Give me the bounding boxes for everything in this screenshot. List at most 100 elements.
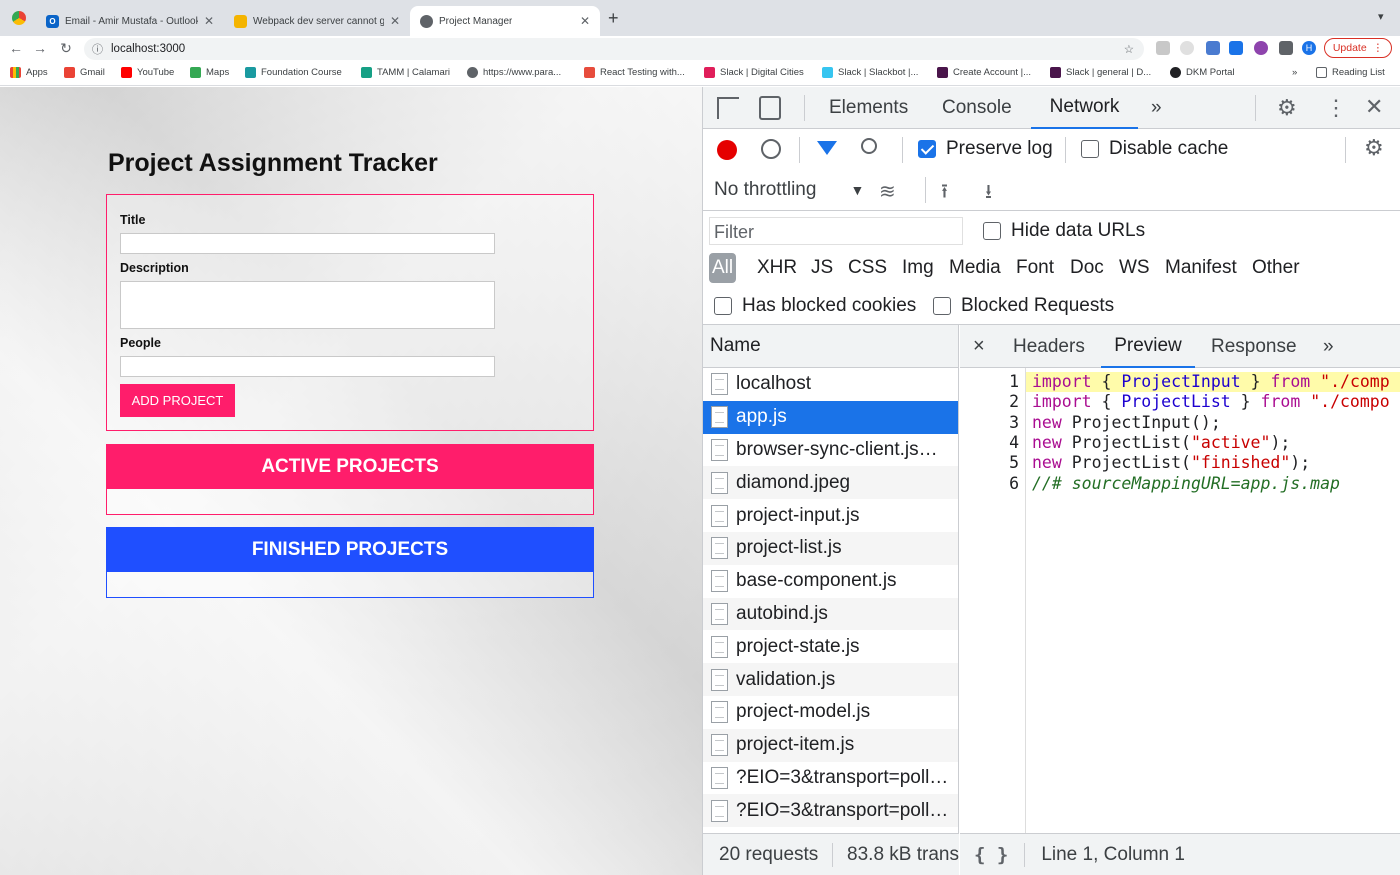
bookmark-slack-digital[interactable]: Slack | Digital Cities [704, 67, 804, 78]
request-row[interactable]: project-list.js [703, 531, 958, 565]
close-tab-icon[interactable]: ✕ [580, 14, 590, 28]
bookmark-star-icon[interactable]: ☆ [1124, 42, 1134, 56]
code-preview[interactable]: 123456 import { ProjectInput } from "./c… [960, 368, 1400, 833]
filter-input[interactable]: Filter [709, 217, 963, 245]
search-icon[interactable] [861, 138, 877, 154]
request-row[interactable]: project-model.js [703, 696, 958, 729]
tab-console[interactable]: Console [942, 87, 1012, 129]
bookmark-slack-general[interactable]: Slack | general | D... [1050, 67, 1151, 78]
type-filter-img[interactable]: Img [902, 253, 934, 283]
close-details-icon[interactable]: × [973, 325, 985, 368]
close-tab-icon[interactable]: ✕ [390, 14, 400, 28]
request-row[interactable]: diamond.jpeg [703, 466, 958, 500]
chrome-menu-icon[interactable] [12, 11, 26, 25]
type-filter-doc[interactable]: Doc [1070, 253, 1104, 283]
throttling-select[interactable]: No throttling ▼ [714, 179, 864, 201]
description-textarea[interactable] [120, 281, 495, 329]
more-tabs-button[interactable]: » [1151, 87, 1162, 129]
new-tab-button[interactable]: + [608, 8, 619, 29]
profile-avatar[interactable]: H [1302, 41, 1316, 55]
tab-preview[interactable]: Preview [1101, 325, 1195, 368]
close-tab-icon[interactable]: ✕ [204, 14, 214, 28]
type-filter-ws[interactable]: WS [1119, 253, 1150, 283]
blocked-requests-checkbox[interactable]: Blocked Requests [933, 295, 1114, 317]
request-row[interactable]: validation.js [703, 663, 958, 696]
request-row[interactable]: browser-sync-client.js… [703, 434, 958, 467]
tab-network[interactable]: Network [1031, 87, 1138, 129]
type-filter-other[interactable]: Other [1252, 253, 1300, 283]
bookmark-maps[interactable]: Maps [190, 67, 229, 78]
omnibox[interactable]: ⓘ localhost:3000 ☆ [84, 38, 1144, 60]
preserve-log-checkbox[interactable]: Preserve log [918, 138, 1053, 160]
request-row[interactable]: project-input.js [703, 499, 958, 532]
reading-list-button[interactable]: Reading List [1316, 67, 1385, 78]
bookmark-tamm[interactable]: TAMM | Calamari [361, 67, 450, 78]
type-filter-font[interactable]: Font [1016, 253, 1054, 283]
more-detail-tabs-button[interactable]: » [1323, 325, 1334, 368]
tab-webpack[interactable]: Webpack dev server cannot ge ✕ [224, 6, 410, 36]
clear-icon[interactable] [761, 139, 781, 159]
close-devtools-icon[interactable]: ✕ [1365, 94, 1383, 120]
type-filter-media[interactable]: Media [949, 253, 1001, 283]
request-row[interactable]: localhost [703, 368, 958, 401]
name-column-header[interactable]: Name [703, 325, 958, 368]
import-har-icon[interactable]: ⭱ [941, 177, 948, 211]
request-row[interactable]: autobind.js [703, 597, 958, 631]
type-filter-manifest[interactable]: Manifest [1165, 253, 1237, 283]
update-button[interactable]: Update ⋮ [1324, 38, 1392, 58]
url-text[interactable]: localhost:3000 [111, 43, 185, 55]
type-filter-xhr[interactable]: XHR [757, 253, 797, 283]
export-har-icon[interactable]: ⭳ [985, 177, 992, 211]
tab-response[interactable]: Response [1211, 325, 1297, 368]
extension-icon[interactable] [1180, 41, 1194, 55]
title-input[interactable] [120, 233, 495, 254]
request-row[interactable]: ?EIO=3&transport=poll… [703, 794, 958, 828]
blocked-requests-label: Blocked Requests [961, 295, 1115, 316]
device-toolbar-icon[interactable] [759, 96, 781, 120]
puzzle-icon[interactable] [1279, 41, 1293, 55]
inspect-element-icon[interactable] [717, 97, 739, 119]
network-settings-icon[interactable]: ⚙ [1364, 135, 1384, 161]
filter-funnel-icon[interactable] [817, 141, 837, 155]
kebab-menu-icon[interactable]: ⋮ [1325, 95, 1347, 121]
bookmark-dkm[interactable]: DKM Portal [1170, 67, 1235, 78]
add-project-button[interactable]: ADD PROJECT [120, 384, 235, 417]
forward-icon[interactable]: → [28, 40, 52, 56]
bookmark-para[interactable]: https://www.para... [467, 67, 561, 78]
request-row[interactable]: base-component.js [703, 565, 958, 598]
type-filter-css[interactable]: CSS [848, 253, 887, 283]
bookmark-create-account[interactable]: Create Account |... [937, 67, 1031, 78]
type-filter-js[interactable]: JS [811, 253, 833, 283]
tab-project-manager[interactable]: Project Manager ✕ [410, 6, 600, 36]
request-row[interactable]: app.js [703, 400, 958, 434]
back-icon[interactable]: ← [4, 40, 28, 56]
tab-headers[interactable]: Headers [1013, 325, 1085, 368]
network-conditions-icon[interactable]: ≋ [879, 179, 896, 204]
bookmark-react-testing[interactable]: React Testing with... [584, 67, 685, 78]
tab-elements[interactable]: Elements [829, 87, 908, 129]
record-icon[interactable] [717, 140, 737, 160]
extension-icon[interactable] [1229, 41, 1243, 55]
settings-gear-icon[interactable]: ⚙ [1277, 95, 1297, 121]
request-row[interactable]: project-state.js [703, 630, 958, 663]
bookmark-slackbot[interactable]: Slack | Slackbot |... [822, 67, 918, 78]
type-filter-all[interactable]: All [709, 253, 737, 283]
more-bookmarks-button[interactable]: » [1292, 67, 1297, 78]
bookmark-apps[interactable]: Apps [10, 67, 48, 78]
tab-outlook[interactable]: O Email - Amir Mustafa - Outlook ✕ [36, 6, 224, 36]
bookmark-gmail[interactable]: Gmail [64, 67, 105, 78]
blocked-cookies-checkbox[interactable]: Has blocked cookies [714, 295, 916, 317]
pretty-print-button[interactable]: { } [974, 844, 1008, 866]
people-input[interactable] [120, 356, 495, 377]
extension-icon[interactable] [1254, 41, 1268, 55]
hide-data-urls-checkbox[interactable]: Hide data URLs [983, 220, 1145, 242]
extension-icon[interactable] [1206, 41, 1220, 55]
tab-search-icon[interactable]: ▾ [1378, 10, 1384, 23]
extension-icon[interactable] [1156, 41, 1170, 55]
disable-cache-checkbox[interactable]: Disable cache [1081, 138, 1228, 160]
request-row[interactable]: ?EIO=3&transport=poll… [703, 762, 958, 795]
request-row[interactable]: project-item.js [703, 728, 958, 762]
bookmark-foundation[interactable]: Foundation Course [245, 67, 342, 78]
bookmark-youtube[interactable]: YouTube [121, 67, 174, 78]
reload-icon[interactable]: ↻ [54, 40, 78, 57]
